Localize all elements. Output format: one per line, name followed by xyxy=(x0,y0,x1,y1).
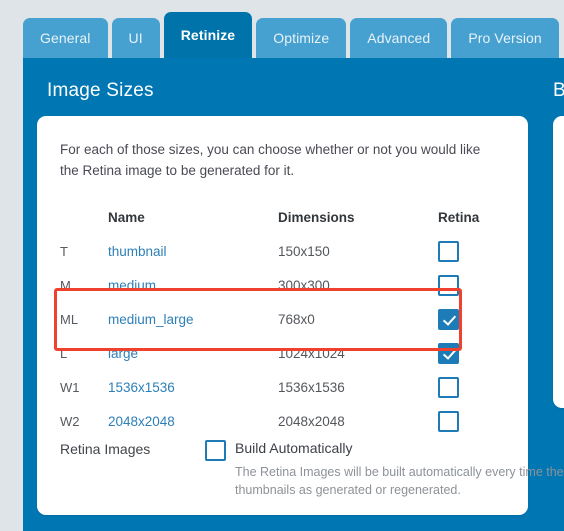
retina-images-label: Retina Images xyxy=(60,441,151,457)
table-row: ML medium_large 768x0 xyxy=(60,302,470,336)
size-name-link[interactable]: 1536x1536 xyxy=(108,380,278,395)
tab-advanced[interactable]: Advanced xyxy=(350,18,448,58)
retina-cell xyxy=(438,240,498,262)
image-sizes-table: Name Dimensions Retina Tthumbnail 150x150 Mme… xyxy=(60,200,479,438)
intro-text: For each of those sizes, you can choose … xyxy=(60,142,481,178)
size-key: M xyxy=(60,277,71,293)
retina-checkbox[interactable] xyxy=(438,274,459,296)
table-header-row: Name Dimensions Retina xyxy=(60,200,479,234)
size-dimensions: 768x0 xyxy=(278,311,315,327)
retina-checkbox[interactable] xyxy=(438,410,459,432)
size-dimensions: 300x300 xyxy=(278,277,330,293)
size-name-link[interactable]: 2048x2048 xyxy=(108,414,278,429)
size-key: ML xyxy=(60,311,79,327)
build-automatically-description: The Retina Images will be built automati… xyxy=(235,465,564,497)
table-row: Llarge 1024x1024 xyxy=(60,336,470,370)
build-automatically-checkbox[interactable] xyxy=(205,440,226,461)
size-dimensions: 150x150 xyxy=(278,243,330,259)
size-name-link[interactable]: large xyxy=(108,346,278,361)
page-title: Image Sizes xyxy=(47,80,154,101)
size-dimensions: 1024x1024 xyxy=(278,345,345,361)
retina-checkbox[interactable] xyxy=(438,342,459,364)
size-name-link[interactable]: medium xyxy=(108,278,278,293)
table-row: W1 1536x1536 1536x1536 xyxy=(60,370,470,404)
size-name-link[interactable]: medium_large xyxy=(108,312,278,327)
table-row: W2 2048x2048 2048x2048 xyxy=(60,404,470,438)
size-key: T xyxy=(60,243,68,259)
table-header-dimensions: Dimensions xyxy=(278,209,355,225)
tab-ui[interactable]: UI xyxy=(111,18,160,58)
retina-checkbox[interactable] xyxy=(438,240,459,262)
size-dimensions: 1536x1536 xyxy=(278,379,345,395)
size-name-link[interactable]: thumbnail xyxy=(108,244,278,259)
size-key: W1 xyxy=(60,379,80,395)
build-automatically-checkbox-wrap xyxy=(205,440,226,466)
tab-retinize[interactable]: Retinize xyxy=(163,12,253,58)
side-panel-title: B xyxy=(553,80,564,101)
retina-checkbox[interactable] xyxy=(438,308,459,330)
settings-page: General UI Retinize Optimize Advanced Pro Ver… xyxy=(0,0,564,531)
tab-pro-version[interactable]: Pro Version xyxy=(451,18,559,58)
retina-cell xyxy=(438,274,498,296)
table-row: Mmedium 300x300 xyxy=(60,268,470,302)
size-dimensions: 2048x2048 xyxy=(278,413,345,429)
table-row: Tthumbnail 150x150 xyxy=(60,234,470,268)
retina-cell xyxy=(438,342,498,364)
tab-bar: General UI Retinize Optimize Advanced Pro Ver… xyxy=(0,0,564,58)
table-header-retina: Retina xyxy=(438,209,480,225)
tab-optimize[interactable]: Optimize xyxy=(256,18,347,58)
retina-cell xyxy=(438,308,498,330)
table-header-name: Name xyxy=(108,209,145,225)
build-automatically-label[interactable]: Build Automatically xyxy=(235,440,353,456)
side-card xyxy=(553,116,564,408)
size-key: L xyxy=(60,345,68,361)
retina-cell xyxy=(438,376,498,398)
retina-checkbox[interactable] xyxy=(438,376,459,398)
size-key: W2 xyxy=(60,413,80,429)
retina-cell xyxy=(438,410,498,432)
tab-general[interactable]: General xyxy=(23,18,108,58)
